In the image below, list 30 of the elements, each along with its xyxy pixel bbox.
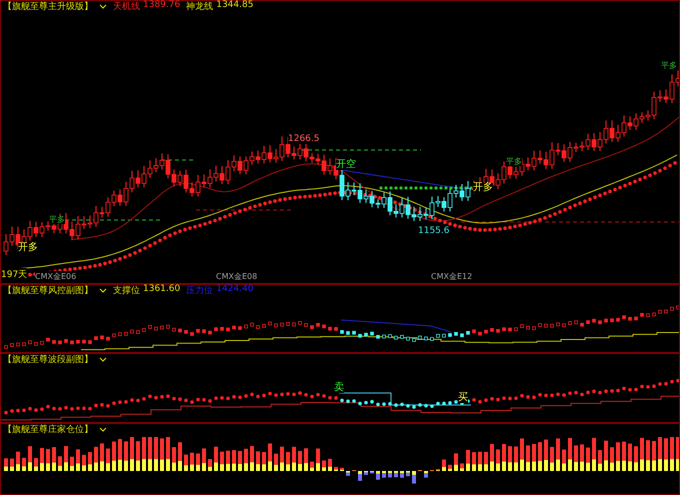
caret-icon[interactable] [99, 356, 107, 362]
panel-title: 【旗舰至尊庄家仓位】 [3, 424, 93, 436]
chart-signal-label: 买 [458, 393, 468, 403]
indicator-label: 天机线 [113, 0, 140, 13]
panel-title: 【旗舰至尊波段副图】 [3, 354, 93, 366]
indicator-value: 1389.76 [143, 0, 180, 12]
axis-label: CMX金E12 [431, 271, 472, 282]
axis-label: CMX金E08 [216, 271, 258, 282]
chart-signal-label: 1155.6 [418, 227, 450, 236]
chart-signal-label: 1266.5 [288, 135, 320, 144]
chart-signal-label: 卖 [334, 383, 344, 393]
indicator-label: 神龙线 [186, 0, 214, 13]
caret-icon[interactable] [99, 426, 107, 432]
indicator-label: 支撑位 [113, 284, 140, 297]
chart-signal-label: 平多 [661, 62, 677, 70]
indicator-value: 1361.60 [143, 284, 180, 296]
panel-title: 【旗舰至尊风控副图】 [3, 284, 93, 297]
chart-signal-label: 开多 [473, 183, 493, 193]
indicator-label: 压力位 [186, 284, 214, 297]
chart-signal-label: 开空 [336, 160, 356, 170]
indicator-value: 1344.85 [216, 0, 254, 12]
chart-signal-label: 平多 [49, 216, 65, 224]
chart-signal-label: 开多 [18, 243, 38, 253]
axis-label: CMX金E06 [35, 271, 76, 282]
chart-signal-label: 平多 [506, 158, 522, 166]
caret-icon[interactable] [99, 288, 107, 294]
panel-title: 【旗舰至尊主升级版】 [3, 0, 93, 13]
indicator-value: 1424.40 [216, 284, 254, 296]
days-label: 197天 [1, 268, 28, 281]
caret-icon[interactable] [99, 4, 107, 10]
